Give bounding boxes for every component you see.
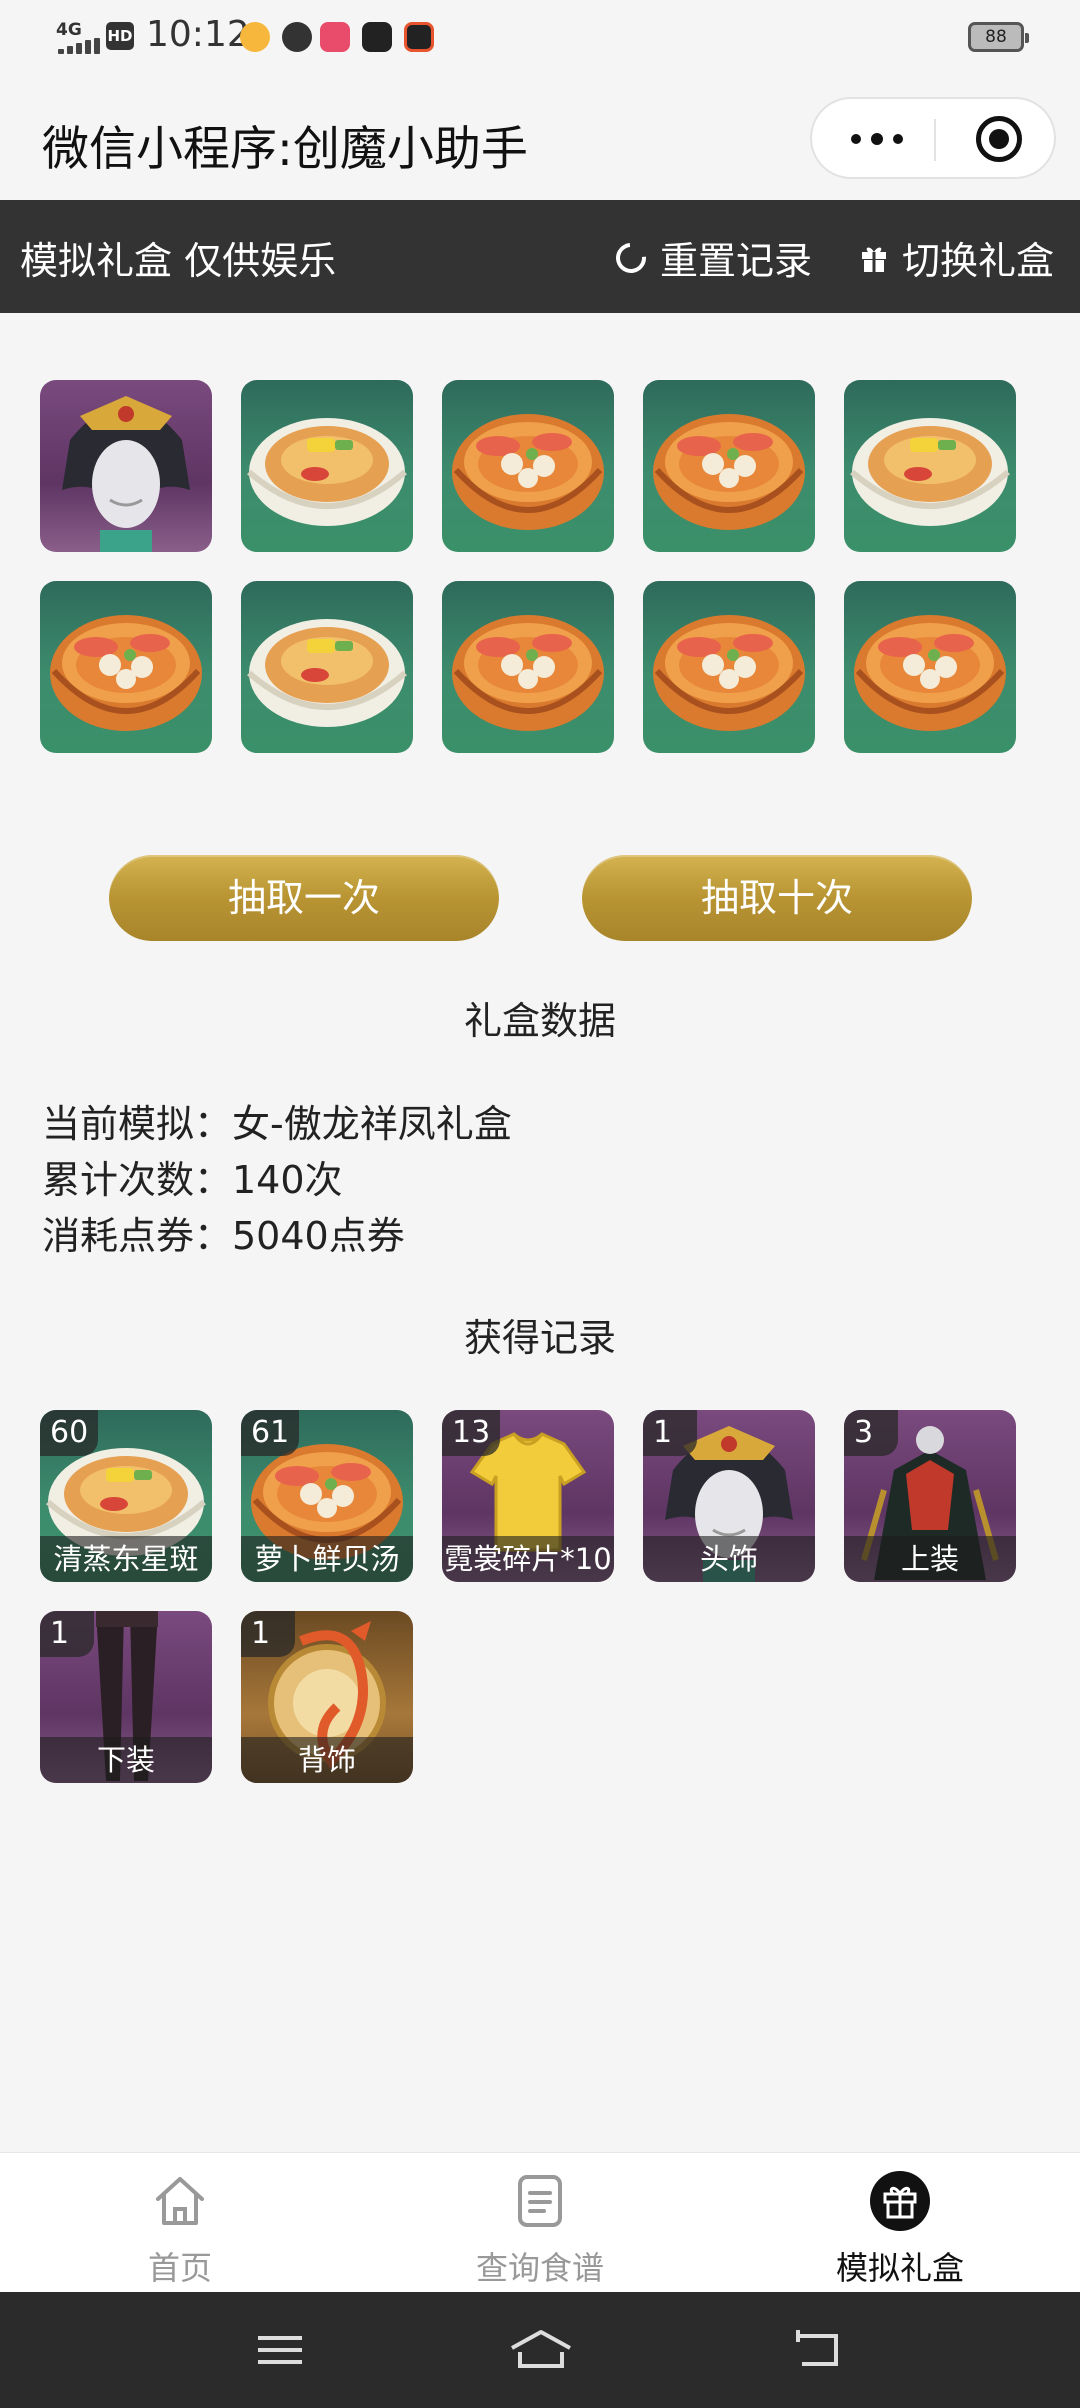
mini-program-title-bar: 微信小程序:创魔小助手 xyxy=(0,75,1080,200)
record-count-badge: 60 xyxy=(40,1410,99,1456)
draw-result-item xyxy=(442,380,614,552)
notification-app-icon-2 xyxy=(282,22,312,52)
draw-once-button[interactable]: 抽取一次 xyxy=(109,855,499,941)
steamed-fish-dish-icon xyxy=(247,619,407,727)
clock-time: 10:12 xyxy=(146,14,250,55)
system-navigation-bar xyxy=(0,2292,1080,2408)
scallop-soup-icon xyxy=(653,615,805,731)
obtained-records-title: 获得记录 xyxy=(463,1316,616,1360)
record-item-label: 萝卜鲜贝汤 xyxy=(241,1536,413,1582)
record-item-label: 清蒸东星斑 xyxy=(40,1536,212,1582)
tab-gift-box[interactable]: 模拟礼盒 xyxy=(720,2153,1080,2293)
more-options-icon[interactable] xyxy=(842,117,912,161)
signal-icon xyxy=(58,38,100,54)
switch-gift-box-button[interactable]: 切换礼盒 xyxy=(860,230,1054,285)
draw-ten-button[interactable]: 抽取十次 xyxy=(582,855,972,941)
record-count-badge: 61 xyxy=(241,1410,300,1456)
reset-records-label: 重置记录 xyxy=(660,239,813,283)
record-count-badge: 3 xyxy=(844,1410,898,1456)
battery-level: 88 xyxy=(985,27,1007,47)
record-count-badge: 1 xyxy=(241,1611,295,1657)
record-item[interactable]: 61 萝卜鲜贝汤 xyxy=(241,1410,413,1582)
record-count-badge: 1 xyxy=(643,1410,697,1456)
record-item[interactable]: 60 清蒸东星斑 xyxy=(40,1410,212,1582)
notification-app-icon-1 xyxy=(240,22,270,52)
refresh-icon xyxy=(609,236,653,279)
battery-icon: 88 xyxy=(968,22,1029,52)
record-item[interactable]: 1 头饰 xyxy=(643,1410,815,1582)
record-item[interactable]: 1 背饰 xyxy=(241,1611,413,1783)
close-mini-program-icon[interactable] xyxy=(976,116,1022,162)
tab-home[interactable]: 首页 xyxy=(0,2153,360,2293)
notification-app-icon-5 xyxy=(404,22,434,52)
total-cost-text: 消耗点券：5040点券 xyxy=(42,1214,405,1258)
scallop-soup-icon xyxy=(452,615,604,731)
page-title: 微信小程序:创魔小助手 xyxy=(42,122,528,177)
switch-gift-box-label: 切换礼盒 xyxy=(902,239,1055,283)
gift-box-data-title: 礼盒数据 xyxy=(463,999,616,1043)
record-item-label: 背饰 xyxy=(241,1737,413,1783)
record-item[interactable]: 13 霓裳碎片*10 xyxy=(442,1410,614,1582)
record-item-label: 头饰 xyxy=(643,1536,815,1582)
page-header: 模拟礼盒 仅供娱乐 重置记录 切换礼盒 xyxy=(0,200,1080,313)
recipe-list-icon xyxy=(518,2175,562,2227)
scallop-soup-icon xyxy=(854,615,1006,731)
draw-result-item xyxy=(643,581,815,753)
draw-result-item xyxy=(643,380,815,552)
record-item[interactable]: 1 下装 xyxy=(40,1611,212,1783)
menu-icon[interactable] xyxy=(250,2322,310,2378)
headwear-icon xyxy=(62,396,190,552)
scallop-soup-icon xyxy=(653,414,805,530)
record-item-label: 下装 xyxy=(40,1737,212,1783)
tab-gift-box-label: 模拟礼盒 xyxy=(835,2249,964,2287)
reset-records-button[interactable]: 重置记录 xyxy=(609,230,813,285)
gift-icon xyxy=(862,246,886,272)
tab-home-label: 首页 xyxy=(147,2249,212,2287)
tab-recipes[interactable]: 查询食谱 xyxy=(360,2153,720,2293)
record-count-badge: 13 xyxy=(442,1410,501,1456)
home-nav-icon[interactable] xyxy=(508,2322,574,2378)
draw-result-item xyxy=(40,380,212,552)
scallop-soup-icon xyxy=(452,414,604,530)
notification-app-icon-3 xyxy=(320,22,350,52)
record-count-badge: 1 xyxy=(40,1611,94,1657)
draw-result-item xyxy=(844,581,1016,753)
header-title: 模拟礼盒 仅供娱乐 xyxy=(20,239,337,283)
record-item-label: 上装 xyxy=(844,1536,1016,1582)
draw-result-item xyxy=(40,581,212,753)
draw-result-item xyxy=(241,380,413,552)
back-icon[interactable] xyxy=(788,2322,848,2378)
steamed-fish-dish-icon xyxy=(850,418,1010,526)
draw-result-item xyxy=(844,380,1016,552)
total-count-text: 累计次数：140次 xyxy=(42,1158,343,1202)
capsule-divider xyxy=(934,119,936,161)
notification-app-icon-4 xyxy=(362,22,392,52)
record-item[interactable]: 3 上装 xyxy=(844,1410,1016,1582)
gift-box-icon xyxy=(870,2171,930,2231)
network-type: 4G xyxy=(56,20,82,40)
scallop-soup-icon xyxy=(50,615,202,731)
bottom-tab-bar: 首页 查询食谱 模拟礼盒 xyxy=(0,2152,1080,2292)
draw-result-item xyxy=(442,581,614,753)
hd-icon: HD xyxy=(106,22,134,50)
steamed-fish-dish-icon xyxy=(247,418,407,526)
capsule-menu xyxy=(810,97,1056,179)
draw-result-item xyxy=(241,581,413,753)
current-simulation-text: 当前模拟：女-傲龙祥凤礼盒 xyxy=(42,1102,512,1146)
record-item-label: 霓裳碎片*10 xyxy=(442,1536,614,1582)
tab-recipes-label: 查询食谱 xyxy=(475,2249,604,2287)
status-bar: 4G HD 10:12 88 xyxy=(0,0,1080,75)
home-icon xyxy=(156,2177,204,2225)
